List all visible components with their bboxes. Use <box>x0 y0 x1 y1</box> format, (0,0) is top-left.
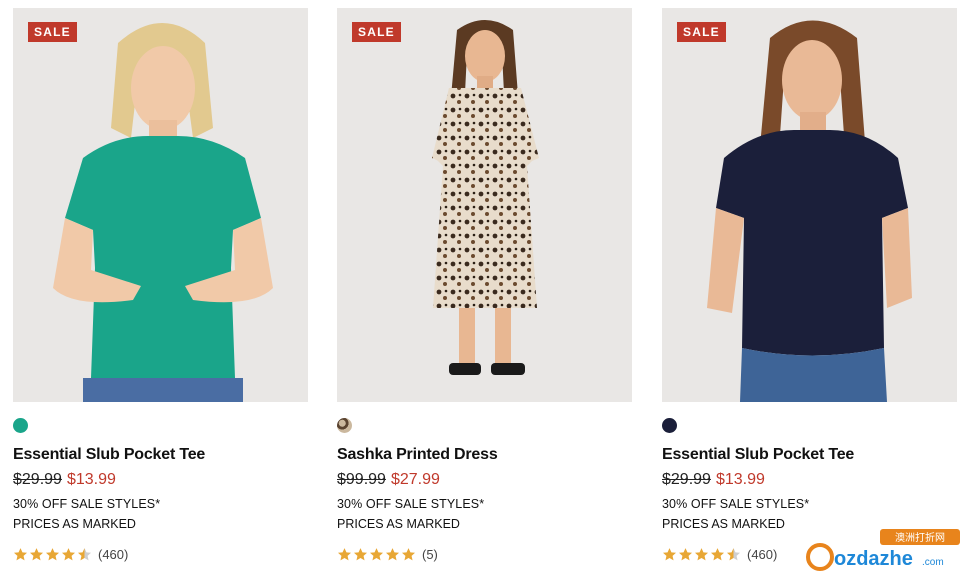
rating-row[interactable]: (5) <box>337 547 632 562</box>
star-icon <box>678 548 693 561</box>
color-swatch[interactable] <box>13 418 28 433</box>
product-image[interactable]: SALE <box>662 8 957 402</box>
star-icon <box>45 548 60 561</box>
watermark-text: ozdazhe <box>834 548 913 570</box>
was-price: $29.99 <box>662 471 711 488</box>
watermark-suffix: .com <box>922 557 944 568</box>
star-icon <box>13 548 28 561</box>
review-count: (460) <box>98 547 129 562</box>
star-icon <box>77 548 92 561</box>
star-icon <box>61 548 76 561</box>
star-rating <box>13 547 92 562</box>
promo-subtext: PRICES AS MARKED <box>337 517 460 531</box>
star-icon <box>369 548 384 561</box>
product-image[interactable]: SALE <box>337 8 632 402</box>
sale-badge: SALE <box>352 22 401 42</box>
product-card-3[interactable]: SALE Essential Slub Pocket Tee $29.99 $13… <box>662 8 957 562</box>
star-icon <box>385 548 400 561</box>
price-row: $29.99 $13.99 <box>662 471 957 489</box>
review-count: (5) <box>422 547 438 562</box>
promo-text: 30% OFF SALE STYLES* <box>13 497 161 511</box>
price-row: $99.99 $27.99 <box>337 471 632 489</box>
star-icon <box>353 548 368 561</box>
product-card-1[interactable]: SALE Essential Slub Pocket Tee $29.99 $13… <box>13 8 308 562</box>
product-card-2[interactable]: SALE Sashka Printed Dress $99.99 $27.99 3… <box>337 8 632 562</box>
product-image[interactable]: SALE <box>13 8 308 402</box>
star-icon <box>29 548 44 561</box>
now-price: $13.99 <box>66 471 116 488</box>
color-swatch[interactable] <box>662 418 677 433</box>
sale-badge: SALE <box>28 22 77 42</box>
promo-text: 30% OFF SALE STYLES* <box>337 497 485 511</box>
ozdazhe-watermark-logo: 澳洲打折网 ozdazhe .com <box>806 529 960 571</box>
model-leopard-dress-image <box>337 8 632 402</box>
was-price: $99.99 <box>337 471 386 488</box>
now-price: $13.99 <box>715 471 765 488</box>
price-row: $29.99 $13.99 <box>13 471 308 489</box>
star-icon <box>710 548 725 561</box>
model-green-tee-image <box>13 8 308 402</box>
rating-row[interactable]: (460) <box>13 547 308 562</box>
sale-badge: SALE <box>677 22 726 42</box>
model-navy-tee-image <box>662 8 957 402</box>
now-price: $27.99 <box>390 471 440 488</box>
star-icon <box>662 548 677 561</box>
star-rating <box>662 547 741 562</box>
product-title[interactable]: Sashka Printed Dress <box>337 446 632 464</box>
promo-text: 30% OFF SALE STYLES* <box>662 497 810 511</box>
star-rating <box>337 547 416 562</box>
color-swatch[interactable] <box>337 418 352 433</box>
star-icon <box>726 548 741 561</box>
was-price: $29.99 <box>13 471 62 488</box>
product-title[interactable]: Essential Slub Pocket Tee <box>13 446 308 464</box>
star-icon <box>401 548 416 561</box>
review-count: (460) <box>747 547 778 562</box>
star-icon <box>337 548 352 561</box>
star-icon <box>694 548 709 561</box>
product-title[interactable]: Essential Slub Pocket Tee <box>662 446 957 464</box>
watermark-tag: 澳洲打折网 <box>895 531 945 544</box>
promo-subtext: PRICES AS MARKED <box>13 517 136 531</box>
